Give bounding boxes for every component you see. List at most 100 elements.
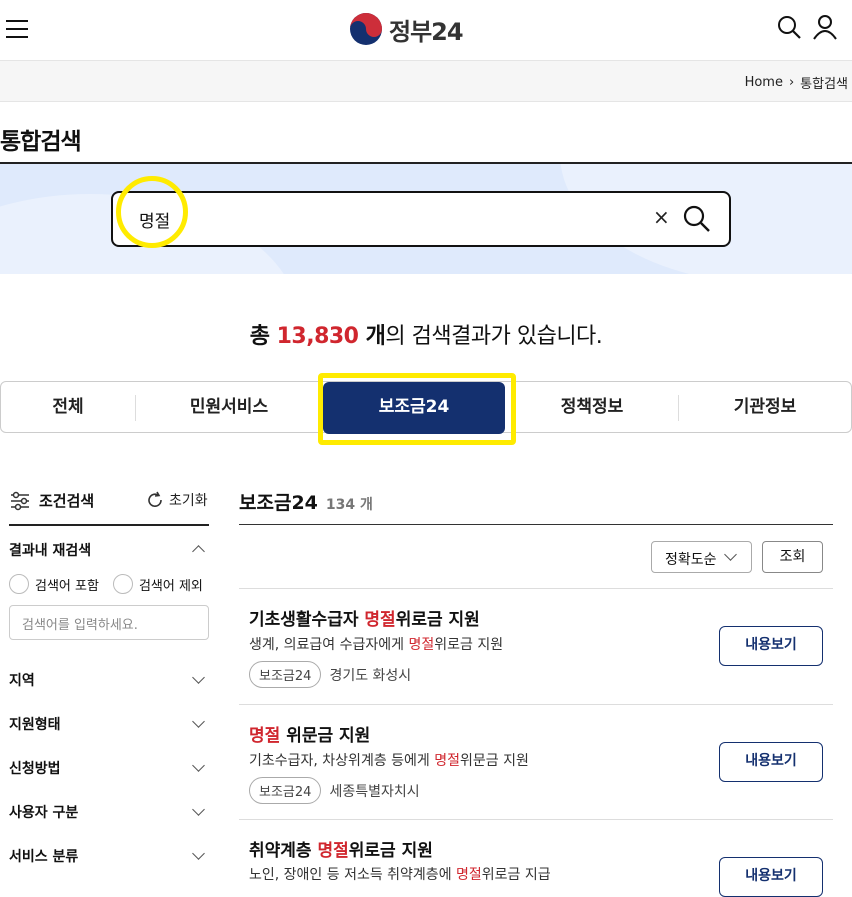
radio-include[interactable]: 검색어 포함 bbox=[9, 574, 99, 594]
chevron-down-icon bbox=[724, 548, 737, 561]
summary-prefix: 총 bbox=[249, 324, 277, 349]
breadcrumb-home[interactable]: Home bbox=[745, 75, 783, 90]
refine-label: 결과내 재검색 bbox=[9, 543, 92, 559]
summary-unit: 개 bbox=[358, 324, 386, 349]
filter-apply-method[interactable]: 신청방법 bbox=[9, 758, 209, 778]
radio-circle bbox=[112, 574, 133, 594]
search-box[interactable]: 명절 × bbox=[111, 191, 731, 247]
radio-include-label: 검색어 포함 bbox=[35, 578, 99, 594]
chevron-right-icon: › bbox=[788, 75, 795, 90]
filter-label: 사용자 구분 bbox=[9, 805, 79, 821]
desc-text: 위로금 지급 bbox=[481, 867, 551, 883]
category-badge: 보조금24 bbox=[249, 661, 322, 688]
result-desc: 생계, 의료급여 수급자에게 명절위로금 지원 bbox=[249, 634, 503, 654]
chevron-down-icon bbox=[192, 759, 205, 772]
result-summary: 총 13,830 개의 검색결과가 있습니다. bbox=[0, 318, 852, 350]
desc-text: 노인, 장애인 등 저소득 취약계층에 bbox=[249, 867, 457, 883]
taegeuk-icon bbox=[350, 13, 382, 45]
tab-all[interactable]: 전체 bbox=[1, 382, 135, 432]
filter-divider bbox=[9, 524, 209, 526]
breadcrumb-current: 통합검색 bbox=[800, 77, 848, 92]
sort-value: 정확도순 bbox=[665, 552, 717, 568]
filter-label: 지원형태 bbox=[9, 717, 61, 733]
filter-label: 지역 bbox=[9, 673, 35, 689]
result-meta: 보조금24 경기도 화성시 bbox=[249, 661, 411, 688]
results-heading: 보조금24 134 개 bbox=[239, 488, 373, 515]
inquire-button[interactable]: 조회 bbox=[762, 541, 823, 573]
radio-exclude-label: 검색어 제외 bbox=[138, 578, 203, 594]
refresh-icon bbox=[148, 491, 162, 507]
sort-select[interactable]: 정확도순 bbox=[651, 541, 752, 573]
title-highlight: 명절 bbox=[317, 841, 349, 861]
radio-circle bbox=[9, 574, 29, 594]
title-text: 위로금 지원 bbox=[348, 841, 433, 861]
page-title: 통합검색 bbox=[0, 129, 82, 155]
filter-support-type[interactable]: 지원형태 bbox=[9, 714, 209, 734]
desc-text: 위로금 지원 bbox=[434, 637, 504, 653]
filter-region[interactable]: 지역 bbox=[9, 670, 209, 690]
result-title[interactable]: 명절 위문금 지원 bbox=[249, 721, 370, 746]
clear-icon[interactable]: × bbox=[653, 205, 670, 229]
breadcrumb-bar: Home › 통합검색 bbox=[0, 61, 852, 102]
annotation-box bbox=[318, 373, 516, 445]
title-text: 위문금 지원 bbox=[280, 726, 371, 746]
filter-user-type[interactable]: 사용자 구분 bbox=[9, 802, 209, 822]
title-text: 위로금 지원 bbox=[395, 610, 480, 630]
filter-label: 서비스 분류 bbox=[9, 849, 79, 865]
logo[interactable]: 정부24 bbox=[349, 12, 464, 46]
refine-search-toggle[interactable]: 결과내 재검색 bbox=[9, 540, 209, 560]
logo-text: 정부24 bbox=[389, 17, 464, 46]
detail-button[interactable]: 내용보기 bbox=[719, 626, 823, 666]
title-highlight: 명절 bbox=[249, 726, 281, 746]
reset-button[interactable]: 초기화 bbox=[146, 490, 208, 510]
desc-highlight: 명절 bbox=[434, 753, 461, 769]
search-icon[interactable] bbox=[776, 14, 802, 40]
search-band: 명절 × bbox=[0, 164, 852, 274]
chevron-up-icon bbox=[192, 545, 205, 558]
desc-text: 위문금 지원 bbox=[460, 753, 529, 769]
desc-text: 기초수급자, 차상위계층 등에게 bbox=[249, 753, 435, 769]
region-label: 세종특별자치시 bbox=[329, 783, 420, 800]
refine-input[interactable]: 검색어를 입력하세요. bbox=[9, 605, 209, 640]
results-divider bbox=[239, 524, 833, 525]
search-button-icon[interactable] bbox=[681, 203, 713, 235]
user-icon[interactable] bbox=[812, 14, 838, 40]
breadcrumb: Home › 통합검색 bbox=[745, 73, 848, 92]
chevron-down-icon bbox=[192, 847, 205, 860]
result-title[interactable]: 취약계층 명절위로금 지원 bbox=[249, 836, 433, 861]
desc-highlight: 명절 bbox=[456, 867, 482, 883]
tab-policy[interactable]: 정책정보 bbox=[506, 382, 678, 432]
chevron-down-icon bbox=[192, 715, 205, 728]
sliders-icon bbox=[11, 491, 29, 510]
tab-agency[interactable]: 기관정보 bbox=[679, 382, 851, 432]
item-divider bbox=[239, 588, 833, 589]
region-label: 경기도 화성시 bbox=[329, 667, 412, 684]
result-meta: 보조금24 세종특별자치시 bbox=[249, 777, 420, 804]
item-divider bbox=[239, 819, 833, 820]
filter-header: 조건검색 bbox=[9, 490, 94, 511]
summary-suffix: 의 검색결과가 있습니다. bbox=[385, 324, 603, 349]
tab-civil-service[interactable]: 민원서비스 bbox=[136, 382, 322, 432]
title-highlight: 명절 bbox=[364, 610, 396, 630]
desc-highlight: 명절 bbox=[408, 637, 435, 653]
result-title[interactable]: 기초생활수급자 명절위로금 지원 bbox=[249, 605, 480, 630]
chevron-down-icon bbox=[192, 671, 205, 684]
menu-icon[interactable] bbox=[6, 20, 28, 38]
detail-button[interactable]: 내용보기 bbox=[719, 857, 823, 897]
item-divider bbox=[239, 704, 833, 705]
chevron-down-icon bbox=[192, 803, 205, 816]
filter-label: 신청방법 bbox=[9, 761, 61, 777]
reset-label: 초기화 bbox=[169, 493, 208, 509]
title-text: 취약계층 bbox=[249, 841, 318, 861]
radio-exclude[interactable]: 검색어 제외 bbox=[112, 574, 203, 594]
filter-service-category[interactable]: 서비스 분류 bbox=[9, 846, 209, 866]
annotation-circle bbox=[116, 176, 188, 248]
desc-text: 생계, 의료급여 수급자에게 bbox=[249, 637, 409, 653]
title-text: 기초생활수급자 bbox=[249, 610, 365, 630]
result-desc: 노인, 장애인 등 저소득 취약계층에 명절위로금 지급 bbox=[249, 864, 551, 884]
results-category: 보조금24 bbox=[239, 492, 318, 514]
top-header: 정부24 bbox=[0, 0, 852, 61]
filter-title: 조건검색 bbox=[39, 492, 95, 510]
result-desc: 기초수급자, 차상위계층 등에게 명절위문금 지원 bbox=[249, 750, 529, 770]
detail-button[interactable]: 내용보기 bbox=[719, 742, 823, 782]
